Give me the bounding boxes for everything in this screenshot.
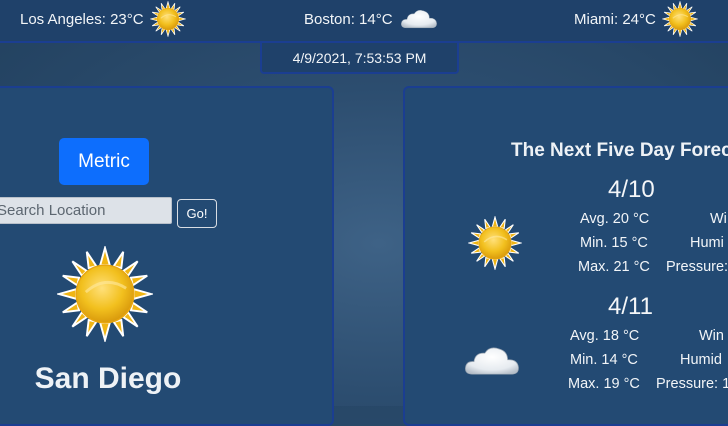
city-weather-label: Boston: 14°C bbox=[304, 10, 393, 28]
city-weather-miami: Miami: 24°C bbox=[574, 0, 698, 38]
cloud-icon bbox=[462, 343, 522, 379]
city-name-text: San Diego bbox=[34, 362, 182, 395]
forecast-title: The Next Five Day Forec bbox=[511, 140, 728, 161]
forecast-wind: Wi bbox=[710, 211, 727, 227]
forecast-humidity: Humid bbox=[680, 352, 722, 368]
city-weather-label: Los Angeles: 23°C bbox=[20, 10, 144, 28]
search-location-input[interactable]: Search Location bbox=[0, 197, 172, 224]
city-weather-boston: Boston: 14°C bbox=[304, 0, 439, 38]
units-toggle-button[interactable]: Metric bbox=[59, 138, 149, 185]
forecast-min-temp: Min. 14 °C bbox=[570, 352, 638, 368]
cloud-icon bbox=[399, 6, 439, 32]
forecast-avg-temp: Avg. 18 °C bbox=[570, 328, 640, 344]
forecast-day-date: 4/11 bbox=[608, 293, 653, 320]
forecast-panel bbox=[403, 86, 728, 426]
current-datetime: 4/9/2021, 7:53:53 PM bbox=[260, 43, 459, 74]
sun-icon bbox=[468, 216, 522, 270]
city-weather-label: Miami: 24°C bbox=[574, 10, 656, 28]
city-name: San Diego bbox=[0, 362, 208, 396]
forecast-day-date: 4/10 bbox=[608, 176, 655, 203]
city-weather-bar: Los Angeles: 23°C Boston: 14°C Miami: 24… bbox=[0, 0, 728, 43]
go-button[interactable]: Go! bbox=[177, 199, 217, 228]
forecast-pressure: Pressure: 1 bbox=[656, 376, 728, 392]
sun-icon bbox=[662, 1, 698, 37]
forecast-wind: Win bbox=[699, 328, 724, 344]
forecast-avg-temp: Avg. 20 °C bbox=[580, 211, 650, 227]
city-weather-los-angeles: Los Angeles: 23°C bbox=[20, 0, 186, 38]
forecast-max-temp: Max. 21 °C bbox=[578, 259, 650, 275]
sun-icon bbox=[57, 246, 153, 342]
forecast-pressure: Pressure: bbox=[666, 259, 728, 275]
forecast-humidity: Humi bbox=[690, 235, 724, 251]
forecast-max-temp: Max. 19 °C bbox=[568, 376, 640, 392]
forecast-min-temp: Min. 15 °C bbox=[580, 235, 648, 251]
sun-icon bbox=[150, 1, 186, 37]
